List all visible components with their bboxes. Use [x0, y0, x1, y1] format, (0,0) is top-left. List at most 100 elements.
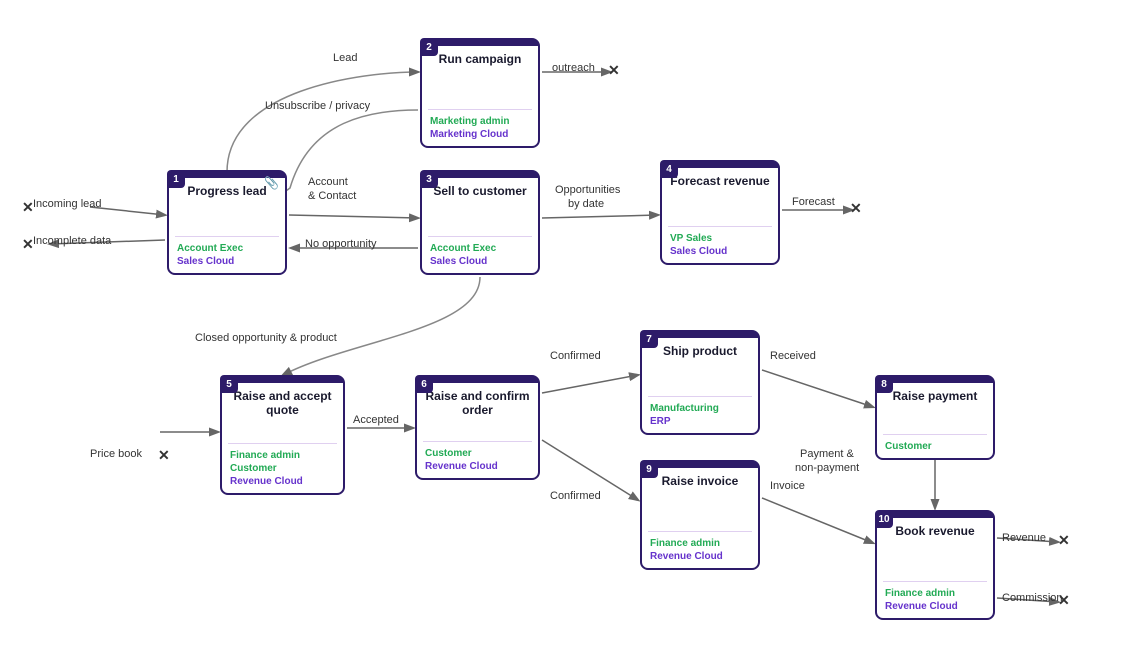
x-mark-6: ✕	[1058, 532, 1070, 549]
label-incomplete: Incomplete data	[33, 235, 111, 247]
node-2-cloud-0: Marketing Cloud	[430, 129, 530, 140]
node-10-cloud-0: Revenue Cloud	[885, 601, 985, 612]
node-2-divider	[428, 109, 532, 110]
node-8-divider	[883, 434, 987, 435]
node-7-number: 7	[640, 330, 658, 348]
node-8-number: 8	[875, 375, 893, 393]
label-confirmed2: Confirmed	[550, 490, 601, 502]
node-2-role-0: Marketing admin	[430, 116, 530, 127]
node-2[interactable]: 2 Run campaign Marketing admin Marketing…	[420, 38, 540, 148]
label-incoming: Incoming lead	[33, 198, 102, 210]
node-1-header: 1 📎	[169, 172, 285, 178]
node-10-header: 10	[877, 512, 993, 518]
node-8-role-0: Customer	[885, 441, 985, 452]
node-6-number: 6	[415, 375, 433, 393]
node-6-divider	[423, 441, 532, 442]
node-4-header: 4	[662, 162, 778, 168]
label-invoice: Invoice	[770, 480, 805, 492]
node-7-header: 7	[642, 332, 758, 338]
node-10-title: Book revenue	[877, 518, 993, 579]
node-3-number: 3	[420, 170, 438, 188]
node-5-cloud-0: Revenue Cloud	[230, 476, 335, 487]
node-7[interactable]: 7 Ship product Manufacturing ERP	[640, 330, 760, 435]
label-outreach: outreach	[552, 62, 595, 74]
node-3-role-0: Account Exec	[430, 243, 530, 254]
node-5-roles: Finance admin Customer Revenue Cloud	[222, 446, 343, 493]
node-7-roles: Manufacturing ERP	[642, 399, 758, 433]
node-2-number: 2	[420, 38, 438, 56]
node-4-divider	[668, 226, 772, 227]
node-9-role-0: Finance admin	[650, 538, 750, 549]
node-1-divider	[175, 236, 279, 237]
x-mark-5: ✕	[850, 200, 862, 217]
node-9-divider	[648, 531, 752, 532]
node-8-title: Raise payment	[877, 383, 993, 432]
node-1-cloud-0: Sales Cloud	[177, 256, 277, 267]
node-8-roles: Customer	[877, 437, 993, 458]
label-unsub: Unsubscribe / privacy	[265, 100, 370, 112]
node-6-header: 6	[417, 377, 538, 383]
node-8-header: 8	[877, 377, 993, 383]
node-7-cloud-0: ERP	[650, 416, 750, 427]
label-noopp: No opportunity	[305, 238, 377, 250]
label-commission: Commission	[1002, 592, 1063, 604]
node-8[interactable]: 8 Raise payment Customer	[875, 375, 995, 460]
node-5-title: Raise and accept quote	[222, 383, 343, 441]
node-9-roles: Finance admin Revenue Cloud	[642, 534, 758, 568]
node-9-title: Raise invoice	[642, 468, 758, 529]
node-5[interactable]: 5 Raise and accept quote Finance admin C…	[220, 375, 345, 495]
node-5-header: 5	[222, 377, 343, 383]
node-10-number: 10	[875, 510, 893, 528]
node-10-role-0: Finance admin	[885, 588, 985, 599]
node-6-title: Raise and confirm order	[417, 383, 538, 439]
node-9-header: 9	[642, 462, 758, 468]
label-account: Account	[308, 176, 348, 188]
node-2-header: 2	[422, 40, 538, 46]
node-1-number: 1	[167, 170, 185, 188]
label-bydate: by date	[568, 198, 604, 210]
node-10[interactable]: 10 Book revenue Finance admin Revenue Cl…	[875, 510, 995, 620]
node-4-roles: VP Sales Sales Cloud	[662, 229, 778, 263]
node-1[interactable]: 1 📎 Progress lead Account Exec Sales Clo…	[167, 170, 287, 275]
label-nonpay: non-payment	[795, 462, 859, 474]
node-10-roles: Finance admin Revenue Cloud	[877, 584, 993, 618]
node-1-role-0: Account Exec	[177, 243, 277, 254]
label-lead: Lead	[333, 52, 357, 64]
node-3-header: 3	[422, 172, 538, 178]
node-1-roles: Account Exec Sales Cloud	[169, 239, 285, 273]
x-mark-3: ✕	[158, 447, 170, 464]
node-5-number: 5	[220, 375, 238, 393]
node-3-divider	[428, 236, 532, 237]
node-2-title: Run campaign	[422, 46, 538, 107]
node-9-number: 9	[640, 460, 658, 478]
label-contact: & Contact	[308, 190, 356, 202]
node-3[interactable]: 3 Sell to customer Account Exec Sales Cl…	[420, 170, 540, 275]
node-7-role-0: Manufacturing	[650, 403, 750, 414]
x-mark-1: ✕	[22, 199, 34, 216]
node-5-role-1: Customer	[230, 463, 335, 474]
label-forecast: Forecast	[792, 196, 835, 208]
node-3-roles: Account Exec Sales Cloud	[422, 239, 538, 273]
attachment-icon: 📎	[264, 176, 279, 190]
node-4[interactable]: 4 Forecast revenue VP Sales Sales Cloud	[660, 160, 780, 265]
node-6-role-0: Customer	[425, 448, 530, 459]
node-9[interactable]: 9 Raise invoice Finance admin Revenue Cl…	[640, 460, 760, 570]
x-mark-4: ✕	[608, 62, 620, 79]
node-3-title: Sell to customer	[422, 178, 538, 234]
label-payment: Payment &	[800, 448, 854, 460]
node-6[interactable]: 6 Raise and confirm order Customer Reven…	[415, 375, 540, 480]
node-6-cloud-0: Revenue Cloud	[425, 461, 530, 472]
x-mark-2: ✕	[22, 236, 34, 253]
label-received: Received	[770, 350, 816, 362]
node-3-cloud-0: Sales Cloud	[430, 256, 530, 267]
node-9-cloud-0: Revenue Cloud	[650, 551, 750, 562]
label-pricebook: Price book	[90, 448, 142, 460]
diagram-container: 1 📎 Progress lead Account Exec Sales Clo…	[0, 0, 1122, 655]
node-4-number: 4	[660, 160, 678, 178]
node-7-divider	[648, 396, 752, 397]
node-4-cloud-0: Sales Cloud	[670, 246, 770, 257]
label-revenue: Revenue	[1002, 532, 1046, 544]
label-opp: Opportunities	[555, 184, 620, 196]
node-5-role-0: Finance admin	[230, 450, 335, 461]
node-6-roles: Customer Revenue Cloud	[417, 444, 538, 478]
